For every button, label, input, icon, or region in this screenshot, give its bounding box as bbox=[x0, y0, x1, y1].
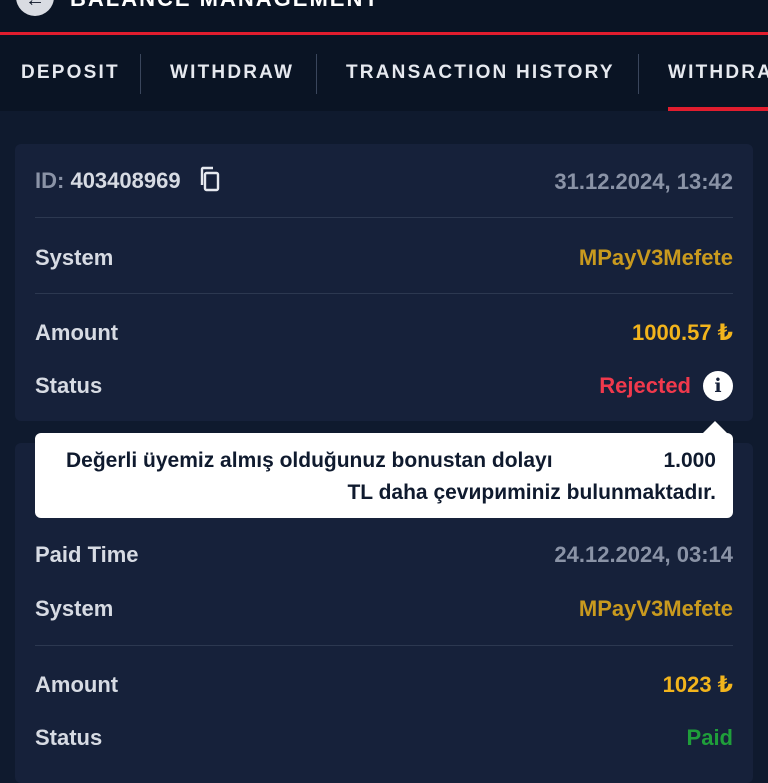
status-label: Status bbox=[35, 373, 103, 398]
divider bbox=[35, 293, 733, 294]
tooltip-message-continued: TL daha çevириminiz bulunmaktadır. bbox=[347, 481, 716, 504]
id-label: ID: bbox=[35, 167, 65, 193]
transaction-id-row: ID: 403408969 31.12.2024, 13:42 bbox=[35, 164, 733, 200]
info-icon[interactable]: i bbox=[703, 371, 733, 401]
paid-time-row: Paid Time 24.12.2024, 03:14 bbox=[35, 537, 733, 573]
tab-separator bbox=[638, 54, 639, 94]
arrow-left-icon: ← bbox=[25, 0, 45, 11]
page-title: BALANCE MANAGEMENT bbox=[70, 0, 380, 12]
copy-icon[interactable] bbox=[199, 166, 221, 198]
status-paid: Paid bbox=[686, 725, 733, 750]
tab-transaction-history[interactable]: TRANSACTION HISTORY bbox=[346, 35, 615, 111]
transaction-datetime: 31.12.2024, 13:42 bbox=[554, 169, 733, 194]
amount-value: 1023 ₺ bbox=[662, 672, 733, 697]
status-row: Status Rejected i bbox=[35, 368, 733, 404]
tab-withdraw-history[interactable]: WITHDRA bbox=[668, 35, 768, 111]
system-label: System bbox=[35, 245, 114, 270]
status-tooltip: Değerli üyemiz almış olduğunuz bonustan … bbox=[35, 421, 733, 518]
amount-row: Amount 1000.57 ₺ bbox=[35, 315, 733, 351]
back-button[interactable]: ← bbox=[16, 0, 54, 16]
tab-withdraw[interactable]: WITHDRAW bbox=[170, 35, 294, 111]
divider bbox=[35, 645, 733, 646]
tooltip-amount: 1.000 bbox=[663, 449, 716, 472]
paid-time-label: Paid Time bbox=[35, 542, 139, 567]
transaction-id: 403408969 bbox=[70, 167, 181, 193]
status-label: Status bbox=[35, 725, 103, 750]
divider bbox=[35, 217, 733, 218]
system-value: MPayV3Mefete bbox=[578, 596, 733, 621]
system-row: System MPayV3Mefete bbox=[35, 240, 733, 276]
tab-separator bbox=[140, 54, 141, 94]
tooltip-message: Değerli üyemiz almış olduğunuz bonustan … bbox=[66, 449, 553, 472]
top-bar: ← BALANCE MANAGEMENT bbox=[0, 0, 768, 32]
amount-label: Amount bbox=[35, 672, 119, 697]
system-label: System bbox=[35, 596, 114, 621]
amount-row: Amount 1023 ₺ bbox=[35, 667, 733, 703]
tab-bar: DEPOSIT WITHDRAW TRANSACTION HISTORY WIT… bbox=[0, 35, 768, 111]
system-row: System MPayV3Mefete bbox=[35, 591, 733, 627]
tab-deposit[interactable]: DEPOSIT bbox=[21, 35, 120, 111]
transaction-card: ID: 403408969 31.12.2024, 13:42 System M… bbox=[15, 144, 753, 421]
amount-label: Amount bbox=[35, 320, 119, 345]
status-rejected: Rejected bbox=[599, 373, 691, 398]
status-row: Status Paid bbox=[35, 720, 733, 756]
amount-value: 1000.57 ₺ bbox=[632, 320, 733, 345]
system-value: MPayV3Mefete bbox=[578, 245, 733, 270]
paid-time-value: 24.12.2024, 03:14 bbox=[554, 542, 733, 567]
tab-separator bbox=[316, 54, 317, 94]
